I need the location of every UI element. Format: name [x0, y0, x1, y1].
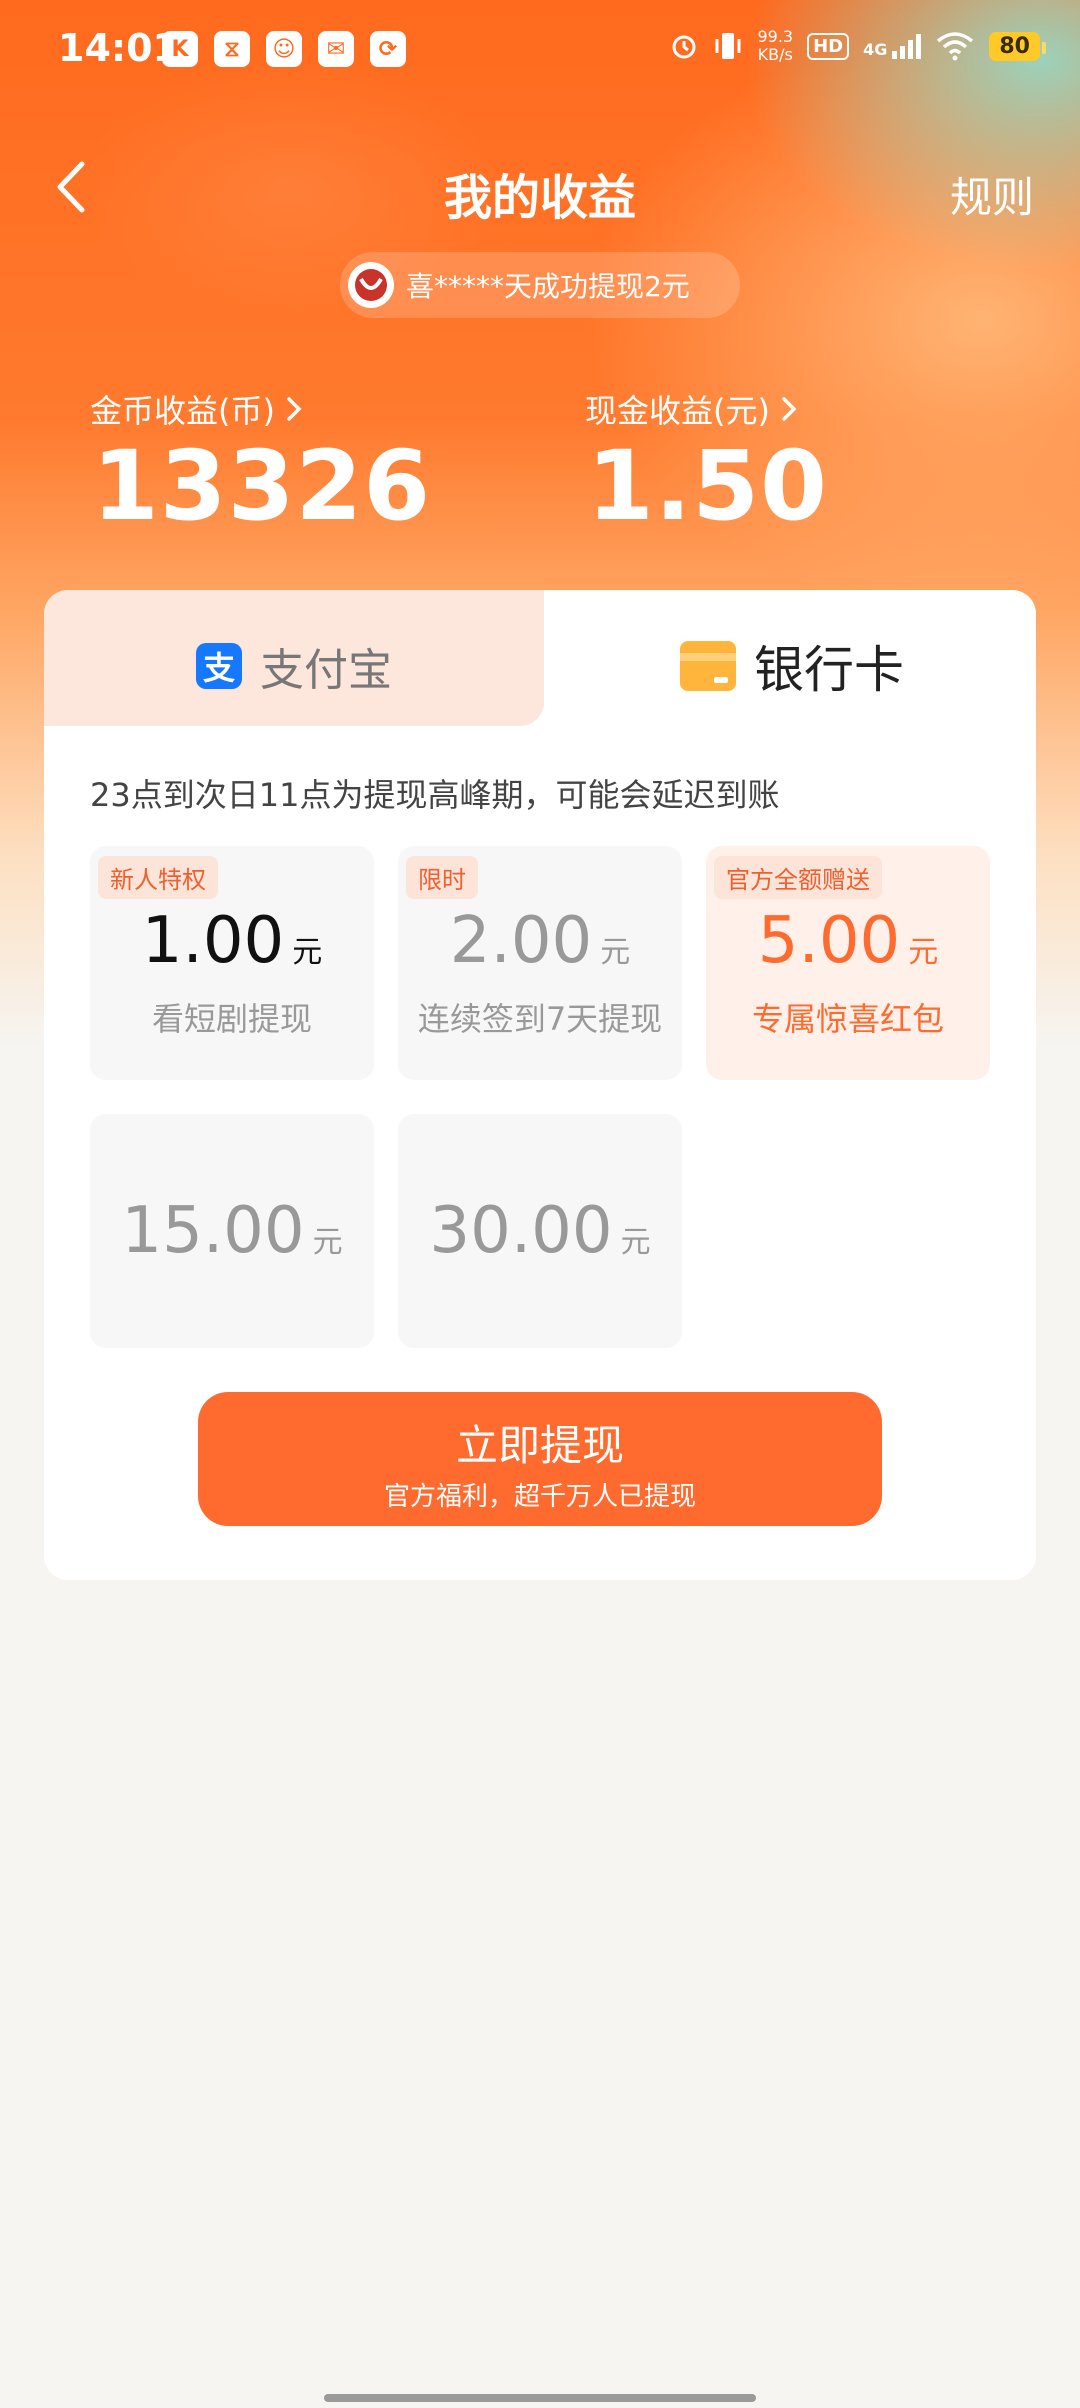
peak-notice: 23点到次日11点为提现高峰期，可能会延迟到账 — [90, 776, 780, 814]
coins-value: 13326 — [92, 430, 431, 542]
option-desc: 连续签到7天提现 — [417, 1000, 663, 1038]
option-tag: 限时 — [406, 856, 478, 899]
notification-icons: K ⧖ ☺ ✉ ⟳ — [162, 31, 406, 67]
alipay-icon: 支 — [196, 643, 242, 689]
cta-subtext: 官方福利，超千万人已提现 — [383, 1482, 696, 1512]
option-desc: 专属惊喜红包 — [751, 1000, 944, 1038]
status-time: 14:01 — [58, 26, 179, 70]
home-indicator[interactable] — [324, 2394, 756, 2402]
battery-indicator: 80 — [989, 31, 1046, 61]
page-title: 我的收益 — [443, 170, 636, 226]
ticker-avatar — [348, 262, 394, 308]
option-1-yuan[interactable]: 新人特权 1.00 元 看短剧提现 — [90, 846, 374, 1080]
option-15-yuan[interactable]: 15.00 元 — [90, 1114, 374, 1348]
status-right: 99.3 KB/s HD 4G 80 — [669, 28, 1046, 64]
hourglass-icon: ⧖ — [214, 31, 250, 67]
option-tag: 新人特权 — [98, 856, 218, 899]
option-30-yuan[interactable]: 30.00 元 — [398, 1114, 682, 1348]
option-amount: 30.00 元 — [398, 1194, 682, 1268]
amount-unit: 元 — [600, 935, 631, 970]
tab-alipay-content: 支 支付宝 — [196, 634, 392, 698]
withdraw-card: 支 支付宝 银行卡 23点到次日11点为提现高峰期，可能会延迟到账 新人特权 1… — [44, 590, 1036, 1580]
amount-unit: 元 — [908, 935, 939, 970]
wifi-icon — [937, 32, 974, 61]
bank-card-icon — [680, 641, 736, 691]
option-5-yuan[interactable]: 官方全额赠送 5.00 元 专属惊喜红包 — [706, 846, 990, 1080]
hd-badge: HD — [807, 32, 850, 60]
coins-earnings-link[interactable]: 金币收益(币) — [90, 386, 303, 432]
amount-number: 5.00 — [757, 904, 901, 978]
network-type: 4G — [863, 40, 888, 59]
amount-number: 2.00 — [449, 904, 593, 978]
option-amount: 5.00 元 — [706, 904, 990, 978]
withdraw-now-button[interactable]: 立即提现 官方福利，超千万人已提现 — [198, 1392, 882, 1526]
option-desc: 看短剧提现 — [151, 1000, 312, 1038]
coins-label: 金币收益(币) — [90, 392, 275, 430]
signal-indicator: 4G — [863, 33, 922, 59]
cash-label: 现金收益(元) — [585, 392, 770, 430]
option-tag: 官方全额赠送 — [714, 856, 882, 899]
rules-link[interactable]: 规则 — [950, 164, 1034, 225]
option-2-yuan[interactable]: 限时 2.00 元 连续签到7天提现 — [398, 846, 682, 1080]
option-amount: 1.00 元 — [90, 904, 374, 978]
amount-number: 1.00 — [141, 904, 285, 978]
mail-icon: ✉ — [318, 31, 354, 67]
sync-icon: ⟳ — [370, 31, 406, 67]
tab-bank-label: 银行卡 — [754, 641, 904, 699]
amount-number: 15.00 — [121, 1194, 305, 1268]
net-speed: 99.3 KB/s — [757, 28, 793, 64]
amount-unit: 元 — [620, 1225, 651, 1260]
vibrate-icon — [715, 33, 741, 59]
option-amount: 2.00 元 — [398, 904, 682, 978]
cash-earnings-link[interactable]: 现金收益(元) — [585, 386, 798, 432]
amount-unit: 元 — [312, 1225, 343, 1260]
net-speed-value: 99.3 — [757, 27, 794, 46]
amount-unit: 元 — [292, 935, 323, 970]
avatar-image — [355, 269, 387, 301]
chevron-right-icon — [287, 397, 302, 421]
tab-alipay-label: 支付宝 — [260, 645, 392, 696]
cash-value: 1.50 — [587, 430, 828, 542]
cta-label: 立即提现 — [455, 1421, 624, 1470]
alarm-icon — [672, 35, 696, 59]
amount-number: 30.00 — [429, 1194, 613, 1268]
tab-bank-content: 银行卡 — [680, 630, 904, 702]
app-face-icon: ☺ — [266, 31, 302, 67]
app-k-icon: K — [162, 31, 198, 67]
chevron-right-icon — [782, 397, 797, 421]
signal-icon — [892, 34, 922, 59]
status-bar: 14:01 K ⧖ ☺ ✉ ⟳ 99.3 KB/s HD 4G 80 — [0, 0, 1080, 96]
ticker-text: 喜*****天成功提现2元 — [406, 270, 690, 303]
option-amount: 15.00 元 — [90, 1194, 374, 1268]
withdraw-ticker: 喜*****天成功提现2元 — [340, 252, 740, 318]
net-speed-unit: KB/s — [757, 45, 793, 64]
